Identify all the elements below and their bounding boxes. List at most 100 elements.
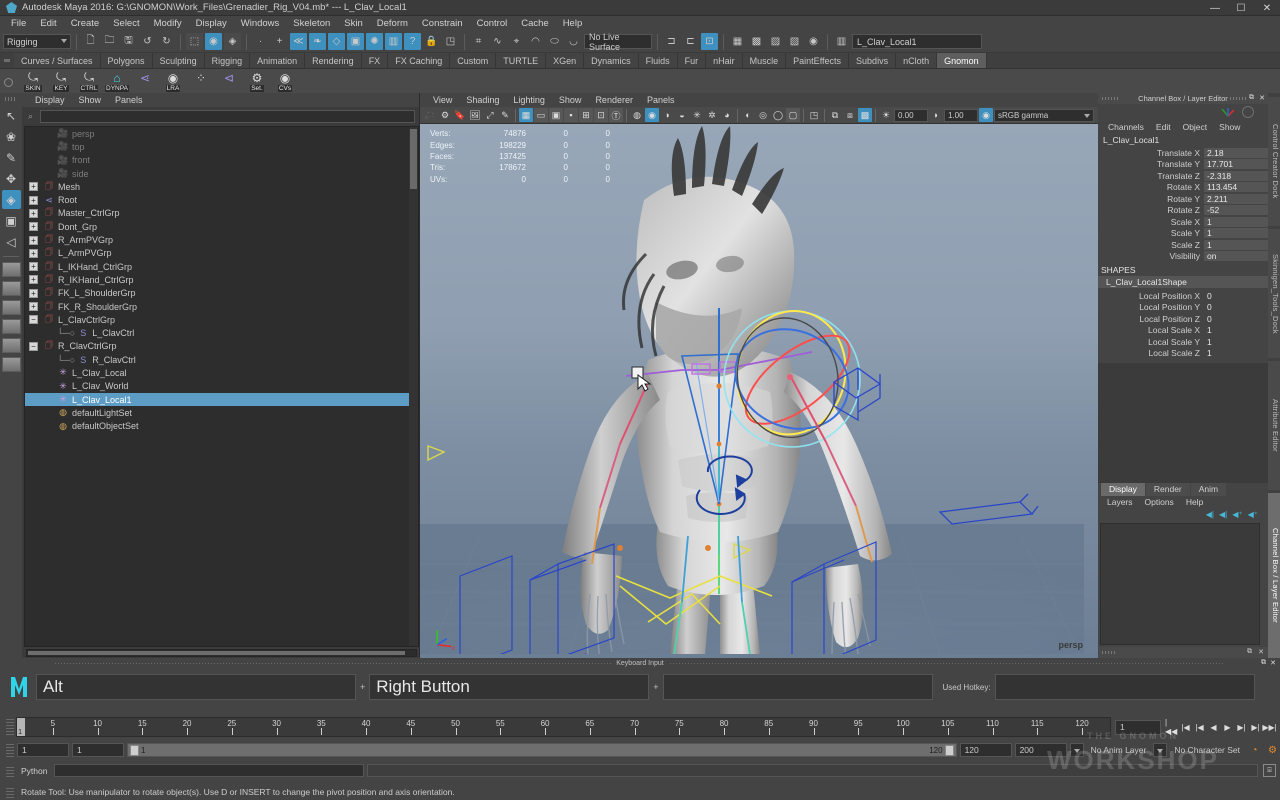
shaded-wireframe-icon[interactable]: ◑ <box>660 108 674 122</box>
layer-editor-menu-layers[interactable]: Layers <box>1101 497 1139 507</box>
shelf-tab-gnomon[interactable]: Gnomon <box>937 53 987 68</box>
paint-select-tool-icon[interactable]: ✎ <box>2 148 21 167</box>
viewport-menu-show[interactable]: Show <box>552 95 589 105</box>
outliner-item-r-clavctrlgrp[interactable]: − 🗇 R_ClavCtrlGrp <box>25 340 418 353</box>
layout-four-view-layout[interactable] <box>1 281 21 296</box>
panel-close-icon[interactable]: ✕ <box>1259 94 1265 102</box>
shelf-tab-rigging[interactable]: Rigging <box>204 53 251 68</box>
ipr-render-icon[interactable]: ▩ <box>748 33 765 50</box>
channelbox-menu-edit[interactable]: Edit <box>1150 122 1177 132</box>
panel-undock-icon[interactable]: ⧉ <box>1249 94 1254 102</box>
select-dynamics-icon[interactable]: ▣ <box>347 33 364 50</box>
shelf-tab-fluids[interactable]: Fluids <box>638 53 678 68</box>
step-back-frame-icon[interactable]: |◀ <box>1193 720 1206 735</box>
shelf-tab-subdivs[interactable]: Subdivs <box>849 53 897 68</box>
outliner-item-mesh[interactable]: + 🗇 Mesh <box>25 180 418 193</box>
multisample-icon[interactable]: ◎ <box>756 108 770 122</box>
select-joints-icon[interactable]: + <box>271 33 288 50</box>
shelf-tab-muscle[interactable]: Muscle <box>742 53 787 68</box>
step-forward-frame-icon[interactable]: ▶| <box>1235 720 1248 735</box>
smooth-shade-icon[interactable]: ◉ <box>645 108 659 122</box>
undo-icon[interactable]: ↺ <box>139 33 156 50</box>
render-settings-icon[interactable]: ▨ <box>767 33 784 50</box>
channelbox-speed-icon[interactable] <box>1242 106 1254 118</box>
toolbox-grip[interactable] <box>5 97 17 101</box>
safe-title-icon[interactable]: Ⓣ <box>609 108 623 122</box>
panel-undock-icon[interactable]: ⧉ <box>1261 659 1266 667</box>
shelf-button-mirror-joint-icon[interactable]: ⊲ <box>216 70 242 94</box>
menu-windows[interactable]: Windows <box>234 16 287 31</box>
shelf-tab-curves-surfaces[interactable]: Curves / Surfaces <box>14 53 101 68</box>
channel-value[interactable]: 0 <box>1204 302 1268 312</box>
channel-label[interactable]: Visibility <box>1098 251 1204 261</box>
select-by-hierarchy-icon[interactable]: ⬚ <box>186 33 203 50</box>
wireframe-icon[interactable]: ◍ <box>630 108 644 122</box>
gamma-icon[interactable]: ◗ <box>929 108 943 122</box>
dock-bottom-grip[interactable]: ⧉ ✕ <box>1098 647 1268 658</box>
resolution-gate-icon[interactable]: ▣ <box>549 108 563 122</box>
channel-value[interactable]: 1 <box>1204 239 1268 250</box>
outliner-search-input[interactable] <box>40 110 415 123</box>
menu-constrain[interactable]: Constrain <box>415 16 470 31</box>
save-scene-icon[interactable]: 🖫 <box>120 33 137 50</box>
filter-icon[interactable]: ⌕ <box>24 110 37 123</box>
used-hotkey-field[interactable] <box>994 674 1255 700</box>
channel-value[interactable]: 1 <box>1204 325 1268 335</box>
selection-name-field[interactable]: L_Clav_Local1 <box>852 34 982 49</box>
channel-label[interactable]: Scale X <box>1098 217 1204 227</box>
select-misc-icon[interactable]: ▥ <box>385 33 402 50</box>
channel-value[interactable]: 0 <box>1204 291 1268 301</box>
menu-deform[interactable]: Deform <box>370 16 415 31</box>
channel-value[interactable]: on <box>1204 251 1268 261</box>
exposure-icon[interactable]: ☀ <box>879 108 893 122</box>
shelf-tab-custom[interactable]: Custom <box>450 53 497 68</box>
render-current-frame-icon[interactable]: ▦ <box>729 33 746 50</box>
channel-label[interactable]: Scale Z <box>1098 240 1204 250</box>
shelf-options-icon[interactable] <box>4 77 13 87</box>
dock-tab-channel-box-layer-editor[interactable]: Channel Box / Layer Editor <box>1268 493 1280 658</box>
layer-prev-icon[interactable]: ◀| <box>1219 510 1227 519</box>
channel-value[interactable]: 1 <box>1204 228 1268 238</box>
hotkey-extra-field[interactable] <box>662 674 933 700</box>
outliner-item-dont-grp[interactable]: + 🗇 Dont_Grp <box>25 220 418 233</box>
channel-value[interactable]: 113.454 <box>1204 182 1268 192</box>
viewport-menu-lighting[interactable]: Lighting <box>506 95 552 105</box>
panel-grip[interactable] <box>1230 97 1246 100</box>
outliner-item-fk-r-shouldergrp[interactable]: + 🗇 FK_R_ShoulderGrp <box>25 300 418 313</box>
make-live-icon[interactable]: ◡ <box>565 33 582 50</box>
xray-shaded-icon[interactable]: ▩ <box>858 108 872 122</box>
layout-single-perspective-layout[interactable] <box>1 262 21 277</box>
color-management-icon[interactable]: ◉ <box>979 108 993 122</box>
expander-toggle[interactable]: + <box>29 182 38 192</box>
select-rendering-icon[interactable]: ✺ <box>366 33 383 50</box>
gamma-value[interactable]: 1.00 <box>944 108 978 122</box>
layer-list[interactable] <box>1100 523 1260 645</box>
shelf-button-set-[interactable]: ⚙ Set. <box>244 70 270 94</box>
outliner-item-top[interactable]: 🎥 top <box>25 140 418 153</box>
shelf-tab-fx[interactable]: FX <box>361 53 389 68</box>
shelf-button-joint-chain-icon[interactable]: ⋖ <box>132 70 158 94</box>
outliner-item-master-ctrlgrp[interactable]: + 🗇 Master_CtrlGrp <box>25 207 418 220</box>
redo-icon[interactable]: ↻ <box>158 33 175 50</box>
exposure-value[interactable]: 0.00 <box>894 108 928 122</box>
dock-close-icon[interactable]: ✕ <box>1258 648 1264 656</box>
last-tool-icon[interactable]: ◁ <box>2 232 21 251</box>
help-line-grip[interactable] <box>6 785 14 798</box>
gate-mask-icon[interactable]: ▪ <box>564 108 578 122</box>
menuset-dropdown[interactable]: Rigging <box>3 34 71 49</box>
time-slider-grip[interactable] <box>6 719 14 735</box>
film-gate-icon[interactable]: ▭ <box>534 108 548 122</box>
shelf-tab-nhair[interactable]: nHair <box>706 53 743 68</box>
anim-layer-label[interactable]: No Anim Layer <box>1087 745 1151 755</box>
viewport-3d-canvas[interactable]: Verts: 74876 0 0 Edges: 198229 0 0 Faces: 137425 0… <box>420 124 1098 658</box>
menu-create[interactable]: Create <box>64 16 107 31</box>
live-surface-field[interactable]: No Live Surface <box>584 32 652 52</box>
channel-value[interactable]: 1 <box>1204 216 1268 227</box>
channel-label[interactable]: Local Position X <box>1098 291 1204 301</box>
xray-active-components-icon[interactable]: ⧈ <box>843 108 857 122</box>
range-end-field[interactable]: 120 <box>959 743 1012 757</box>
use-default-light-icon[interactable]: ✳ <box>690 108 704 122</box>
range-end-handle[interactable] <box>944 744 954 756</box>
layer-first-icon[interactable]: ◀| <box>1206 510 1214 519</box>
select-tool-mode-icon[interactable]: ◳ <box>442 33 459 50</box>
